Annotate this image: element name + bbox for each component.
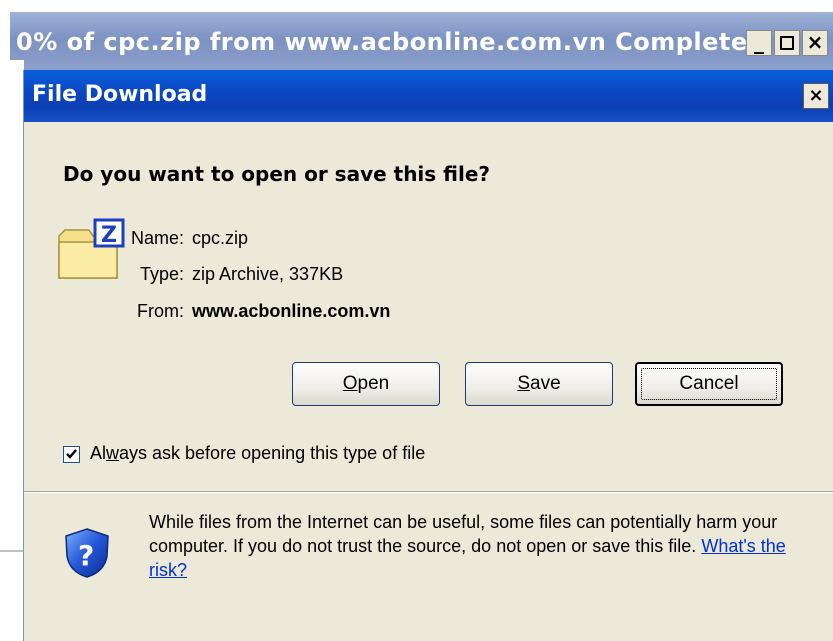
dialog-titlebar[interactable]: File Download × [24,70,833,122]
maximize-button[interactable] [774,30,800,56]
always-ask-checkbox[interactable] [63,445,80,463]
save-label: ave [530,373,561,394]
warning-text: While files from the Internet can be use… [149,512,778,556]
dialog-close-button[interactable]: × [803,83,829,109]
file-name-row: Name: cpc.zip [74,228,248,249]
background-window-titlebar[interactable]: 0% of cpc.zip from www.acbonline.com.vn … [10,12,833,72]
checkbox-label-prefix: Al [90,443,107,463]
file-source-value: www.acbonline.com.vn [192,301,391,321]
dialog-title: File Download [32,82,208,107]
save-mnemonic: S [517,373,531,394]
open-mnemonic: O [342,373,358,394]
checkbox-mnemonic: w [106,443,120,463]
name-label: Name: [130,228,184,248]
dialog-question: Do you want to open or save this file? [63,162,491,186]
close-icon: × [808,85,824,106]
divider-highlight [24,492,833,493]
background-divider [0,550,24,552]
checkmark-icon [66,448,77,459]
file-source-row: From: www.acbonline.com.vn [74,301,390,322]
security-warning: While files from the Internet can be use… [149,510,804,582]
always-ask-option[interactable]: Always ask before opening this type of f… [63,443,425,464]
file-download-dialog: File Download × Do you want to open or s… [23,70,833,641]
cancel-button[interactable]: Cancel [635,362,783,406]
save-button[interactable]: Save [465,362,613,406]
svg-text:?: ? [78,539,94,572]
background-window-body [0,60,24,641]
checkbox-label-suffix: ays ask before opening this type of file [119,443,426,463]
file-type-value: zip Archive, 337KB [192,264,344,284]
shield-question-icon: ? [65,528,109,578]
minimize-button[interactable]: _ [746,30,772,56]
type-label: Type: [139,264,184,284]
open-label: pen [357,373,390,394]
focus-rectangle [641,368,777,400]
file-type-row: Type: zip Archive, 337KB [74,264,343,285]
file-name-value: cpc.zip [192,228,249,248]
maximize-icon [780,36,794,50]
background-window-title: 0% of cpc.zip from www.acbonline.com.vn … [16,28,766,56]
from-label: From: [137,301,184,321]
background-close-button[interactable]: × [802,30,828,56]
open-button[interactable]: Open [292,362,440,406]
background-window: 0% of cpc.zip from www.acbonline.com.vn … [0,0,833,72]
